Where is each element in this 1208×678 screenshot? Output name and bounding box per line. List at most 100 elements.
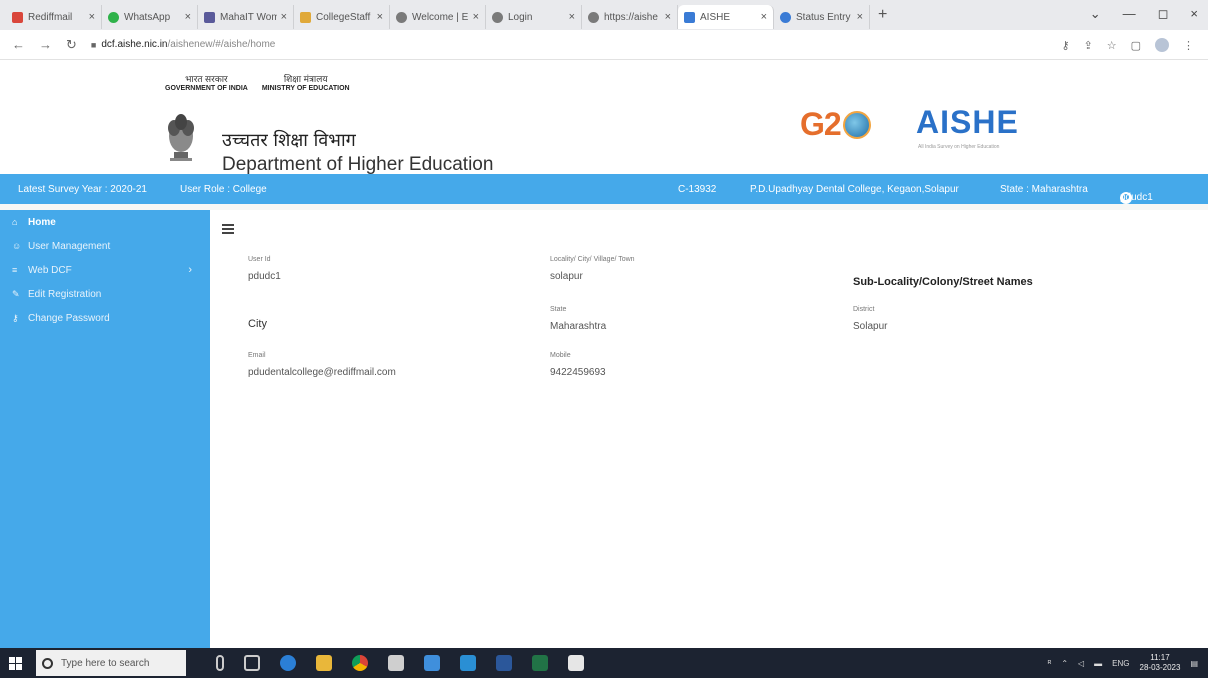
browser-tab-welcome[interactable]: Welcome | E × <box>390 5 486 29</box>
sidebar-toggle-icon[interactable] <box>222 224 234 235</box>
windows-start-button[interactable] <box>0 648 30 678</box>
sidebar-item-label: Edit Registration <box>28 288 102 300</box>
language-indicator[interactable]: ENG <box>1112 659 1129 668</box>
browser-tab-whatsapp[interactable]: WhatsApp × <box>102 5 198 29</box>
whatsapp-favicon-icon <box>108 11 119 23</box>
sidebar: ⌂ Home ☺ User Management ≡ Web DCF › ✎ E… <box>0 210 210 648</box>
status-favicon-icon <box>780 11 791 23</box>
windows-taskbar: Type here to search ᴿ ⌃ ◁ ▬ ENG 11:17 28… <box>0 648 1208 678</box>
tab-close-icon[interactable]: × <box>665 11 671 23</box>
aishe-logo[interactable]: AISHE <box>916 104 1019 141</box>
state-label: State : Maharashtra <box>1000 184 1088 195</box>
rediffmail-favicon-icon <box>12 11 23 23</box>
task-view-icon[interactable] <box>244 655 260 671</box>
sidebar-item-home[interactable]: ⌂ Home <box>0 210 210 234</box>
edit-icon: ✎ <box>12 288 20 299</box>
sidebar-item-web-dcf[interactable]: ≡ Web DCF › <box>0 258 210 282</box>
field-label: District <box>853 306 875 313</box>
reload-icon[interactable]: ↻ <box>66 37 77 53</box>
survey-year: Latest Survey Year : 2020-21 <box>18 184 147 195</box>
word-icon[interactable] <box>496 655 512 671</box>
profile-avatar[interactable] <box>1155 38 1169 52</box>
browser-tab-status-entry[interactable]: Status Entry × <box>774 5 870 29</box>
new-tab-button[interactable]: + <box>878 6 887 24</box>
aishe-tagline: All India Survey on Higher Education <box>918 144 1000 150</box>
clock-time: 11:17 <box>1150 653 1170 662</box>
sidebar-item-user-management[interactable]: ☺ User Management <box>0 234 210 258</box>
field-value: 9422459693 <box>550 367 606 378</box>
sidepanel-icon[interactable]: ▢ <box>1131 39 1141 52</box>
sidebar-item-change-password[interactable]: ⚷ Change Password <box>0 306 210 330</box>
maximize-button[interactable]: ◻ <box>1158 6 1169 22</box>
tab-title: Welcome | E <box>412 11 469 23</box>
tab-close-icon[interactable]: × <box>377 11 383 23</box>
field-label: State <box>550 306 567 313</box>
tray-chevron-icon[interactable]: ⌃ <box>1061 659 1068 668</box>
lock-icon: ■ <box>90 39 97 50</box>
field-value: pdudentalcollege@rediffmail.com <box>248 367 396 378</box>
list-icon: ≡ <box>12 265 18 275</box>
field-label: Email <box>248 352 266 359</box>
collegestaff-favicon-icon <box>300 11 311 23</box>
url-field[interactable]: ■ dcf.aishe.nic.in /aishenew/#/aishe/hom… <box>91 39 275 50</box>
tab-close-icon[interactable]: × <box>761 11 767 23</box>
excel-icon[interactable] <box>532 655 548 671</box>
key-icon[interactable]: ⚷ <box>1061 39 1069 52</box>
field-value: pdudc1 <box>248 271 281 282</box>
field-label: Locality/ City/ Village/ Town <box>550 256 635 263</box>
mail-icon[interactable] <box>424 655 440 671</box>
browser-tab-aishe-url[interactable]: https://aishe × <box>582 5 678 29</box>
department-hindi-title: उच्चतर शिक्षा विभाग <box>222 130 356 151</box>
share-icon[interactable]: ⇪ <box>1084 39 1093 52</box>
sidebar-item-label: Web DCF <box>28 264 72 276</box>
menu-kebab-icon[interactable]: ⋮ <box>1183 39 1194 52</box>
store-icon[interactable] <box>388 655 404 671</box>
chrome-browser-icon[interactable] <box>352 655 368 671</box>
minimize-button[interactable]: — <box>1123 6 1136 22</box>
edge-browser-icon[interactable] <box>280 655 296 671</box>
browser-tab-aishe[interactable]: AISHE × <box>678 5 774 29</box>
browser-tab-mahait[interactable]: MahaIT Wom × <box>198 5 294 29</box>
field-value: Maharashtra <box>550 321 607 332</box>
ministry-english: MINISTRY OF EDUCATION <box>261 85 350 92</box>
people-icon[interactable]: ᴿ <box>1048 659 1052 668</box>
close-window-button[interactable]: × <box>1190 6 1198 22</box>
browser-tab-login[interactable]: Login × <box>486 5 582 29</box>
sidebar-item-edit-registration[interactable]: ✎ Edit Registration <box>0 282 210 306</box>
tab-search-icon[interactable]: ⌄ <box>1090 6 1101 22</box>
tab-close-icon[interactable]: × <box>569 11 575 23</box>
volume-icon[interactable]: ◁ <box>1078 659 1084 668</box>
file-explorer-icon[interactable] <box>316 655 332 671</box>
window-controls: ⌄ — ◻ × <box>1090 6 1198 22</box>
bookmark-star-icon[interactable]: ☆ <box>1107 39 1117 52</box>
taskbar-search-input[interactable]: Type here to search <box>36 650 186 676</box>
microphone-icon[interactable] <box>216 655 224 671</box>
notification-icon[interactable]: ▤ <box>1190 659 1198 668</box>
system-tray: ᴿ ⌃ ◁ ▬ ENG 11:17 28-03-2023 ▤ <box>1048 653 1198 673</box>
college-code: C-13932 <box>678 184 717 195</box>
email-field: Email pdudentalcollege@rediffmail.com <box>248 352 396 380</box>
ministry-hindi: शिक्षा मंत्रालय <box>283 74 328 84</box>
back-arrow-icon[interactable]: ← <box>12 37 25 52</box>
network-icon[interactable]: ▬ <box>1094 659 1102 668</box>
photos-icon[interactable] <box>568 655 584 671</box>
browser-tab-collegestaff[interactable]: CollegeStaff × <box>294 5 390 29</box>
tab-close-icon[interactable]: × <box>857 11 863 23</box>
tab-close-icon[interactable]: × <box>281 11 287 23</box>
browser-tab-strip: Rediffmail × WhatsApp × MahaIT Wom × Col… <box>0 0 1208 30</box>
forward-arrow-icon[interactable]: → <box>39 37 52 52</box>
city-field: City <box>248 314 267 332</box>
browser-tab-rediffmail[interactable]: Rediffmail × <box>6 5 102 29</box>
field-label: User Id <box>248 256 271 263</box>
app-icon[interactable] <box>460 655 476 671</box>
home-icon: ⌂ <box>12 217 18 227</box>
chevron-right-icon: › <box>188 264 192 276</box>
g20-logo: G2 <box>800 106 871 143</box>
tab-close-icon[interactable]: × <box>89 11 95 23</box>
taskbar-apps <box>216 655 584 671</box>
sublocality-heading: Sub-Locality/Colony/Street Names <box>853 276 1033 288</box>
clock[interactable]: 11:17 28-03-2023 <box>1140 653 1181 673</box>
tab-close-icon[interactable]: × <box>473 11 479 23</box>
tab-close-icon[interactable]: × <box>185 11 191 23</box>
sidebar-item-label: User Management <box>28 240 111 252</box>
